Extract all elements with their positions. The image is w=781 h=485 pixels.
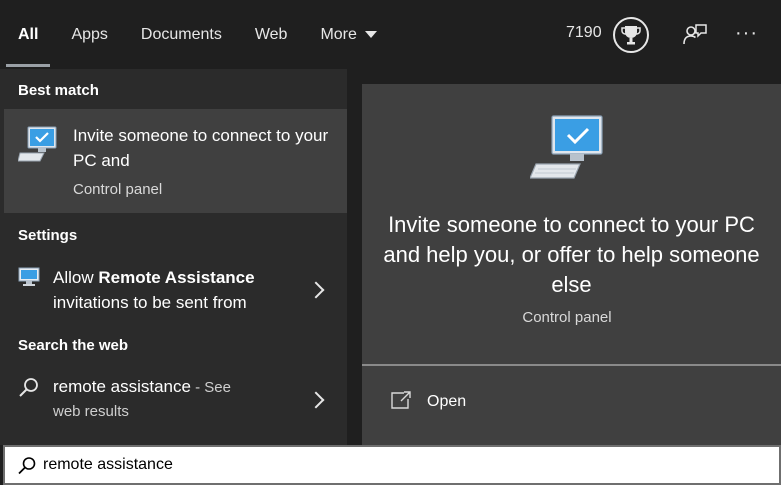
results-list: Best match Invite someone to connect to … [0,69,347,445]
preview-subtitle: Control panel [522,309,612,326]
search-bar[interactable] [3,445,781,485]
web-results-label: web results [53,403,129,420]
rewards-points: 7190 [566,24,602,41]
search-web-header: Search the web [18,337,129,354]
best-match-item[interactable]: Invite someone to connect to your PC and… [4,109,347,213]
best-match-header: Best match [18,82,99,99]
trophy-icon[interactable] [613,17,649,53]
search-input[interactable] [43,447,743,483]
chevron-right-icon[interactable] [307,391,325,409]
open-icon [390,390,412,410]
setting-remote-assistance-item[interactable]: Allow Remote Assistance invitations to be… [0,257,347,317]
tab-more[interactable]: More [320,0,377,69]
web-search-item[interactable]: remote assistance - See web results [0,367,347,427]
tab-apps[interactable]: Apps [71,0,107,69]
open-label: Open [427,393,467,410]
search-icon [17,456,37,476]
chevron-right-icon[interactable] [307,281,325,299]
settings-header: Settings [18,227,78,244]
tab-documents[interactable]: Documents [141,0,222,69]
tab-all[interactable]: All [5,0,52,69]
remote-assistance-icon [529,114,606,184]
open-action[interactable]: Open [362,384,781,424]
monitor-icon [18,267,40,287]
remote-assistance-icon [17,125,60,165]
best-match-subtitle: Control panel [73,181,163,198]
setting-remote-assistance-label: Allow Remote Assistance invitations to be… [53,268,255,312]
feedback-icon[interactable] [682,22,708,48]
tab-web[interactable]: Web [255,0,288,69]
scope-tabs: All Apps Documents Web More [5,0,410,69]
search-icon [18,377,40,399]
top-bar: All Apps Documents Web More 7190 ··· [0,0,781,69]
caret-down-icon [364,31,377,38]
divider [362,364,781,366]
preview-pane: Invite someone to connect to your PC and… [362,84,781,445]
preview-title: Invite someone to connect to your PC and… [383,212,760,297]
web-search-query: remote assistance - See [53,377,231,396]
ellipsis-icon[interactable]: ··· [735,22,758,45]
best-match-title: Invite someone to connect to your PC and [73,126,329,170]
